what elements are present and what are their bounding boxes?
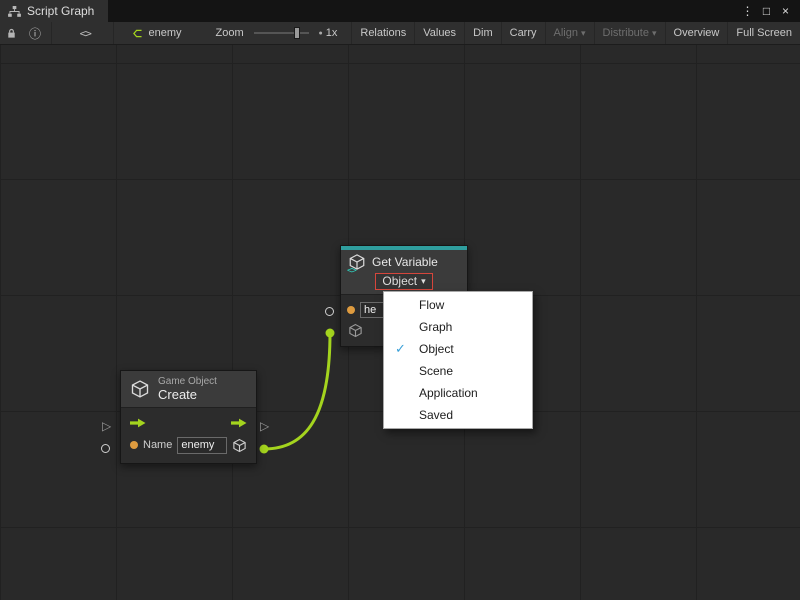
carry-button[interactable]: Carry [501, 22, 545, 44]
info-icon[interactable]: ⓘ [23, 22, 47, 44]
node-title: Create [158, 388, 217, 403]
zoom-slider-handle[interactable] [294, 27, 300, 39]
graph-pointer-icon [126, 22, 145, 44]
chevron-down-icon: ▾ [652, 28, 657, 39]
name-port-label: Name [143, 439, 172, 451]
flow-in-port[interactable]: ▷ [102, 420, 111, 432]
toolbar-separator [113, 22, 114, 44]
node-title: Get Variable [372, 255, 438, 269]
tab-script-graph[interactable]: Script Graph [0, 0, 108, 22]
variable-scope-menu: Flow Graph ✓ Object Scene Application Sa… [383, 291, 533, 429]
name-input[interactable] [177, 437, 227, 454]
overview-button[interactable]: Overview [665, 22, 728, 44]
variable-scope-dropdown[interactable]: Object ▾ [375, 273, 432, 290]
lock-icon[interactable] [0, 22, 23, 44]
menu-item-scene[interactable]: Scene [384, 360, 532, 382]
title-bar: Script Graph ⋮ □ × [0, 0, 800, 22]
dim-button[interactable]: Dim [464, 22, 501, 44]
flow-out-port[interactable]: ▷ [260, 420, 269, 432]
create-node-header[interactable]: Game Object Create [121, 371, 256, 407]
maximize-icon[interactable]: □ [758, 0, 775, 22]
align-button[interactable]: Align ▾ [545, 22, 594, 44]
code-view-icon[interactable]: <> [74, 22, 97, 44]
graph-name[interactable]: enemy [145, 27, 186, 39]
script-graph-icon [8, 6, 21, 17]
chevron-down-icon: ▾ [421, 276, 426, 287]
graph-canvas[interactable]: <> Get Variable Object ▾ [0, 45, 800, 600]
distribute-button[interactable]: Distribute ▾ [594, 22, 665, 44]
values-button[interactable]: Values [414, 22, 464, 44]
toolbar-separator [51, 22, 52, 44]
window-controls: ⋮ □ × [739, 0, 800, 22]
node-category: Game Object [158, 376, 217, 388]
fullscreen-button[interactable]: Full Screen [727, 22, 800, 44]
menu-item-flow[interactable]: Flow [384, 294, 532, 316]
relations-button[interactable]: Relations [351, 22, 414, 44]
flow-in-arrow-icon[interactable] [130, 418, 146, 428]
name-input-port[interactable] [101, 444, 110, 453]
output-cube-icon[interactable] [232, 438, 247, 453]
check-icon: ✓ [395, 341, 406, 357]
zoom-label: Zoom [212, 27, 248, 39]
object-port-cube-icon[interactable] [348, 323, 363, 338]
variable-cube-icon: <> [348, 253, 366, 271]
menu-item-object[interactable]: ✓ Object [384, 338, 532, 360]
graph-toolbar: ⓘ <> enemy Zoom ● 1x Relations Values Di… [0, 22, 800, 45]
chevron-down-icon: ▾ [581, 28, 586, 39]
get-variable-input-port[interactable] [325, 307, 334, 316]
zoom-reset-icon[interactable]: ● [319, 30, 323, 37]
value-port-dot[interactable] [347, 306, 355, 314]
code-badge-icon: <> [347, 266, 356, 276]
flow-out-arrow-icon[interactable] [231, 418, 247, 428]
create-node-body: Name [121, 407, 256, 463]
menu-item-saved[interactable]: Saved [384, 404, 532, 426]
kebab-menu-icon[interactable]: ⋮ [739, 0, 756, 22]
game-object-cube-icon [130, 379, 150, 399]
menu-item-application[interactable]: Application [384, 382, 532, 404]
menu-item-graph[interactable]: Graph [384, 316, 532, 338]
value-port-dot[interactable] [130, 441, 138, 449]
tab-label: Script Graph [27, 4, 94, 18]
get-variable-header[interactable]: <> Get Variable Object ▾ [341, 250, 467, 294]
close-icon[interactable]: × [777, 0, 794, 22]
zoom-slider[interactable] [254, 32, 309, 34]
zoom-value: 1x [326, 27, 338, 39]
create-node[interactable]: Game Object Create Name [120, 370, 257, 464]
